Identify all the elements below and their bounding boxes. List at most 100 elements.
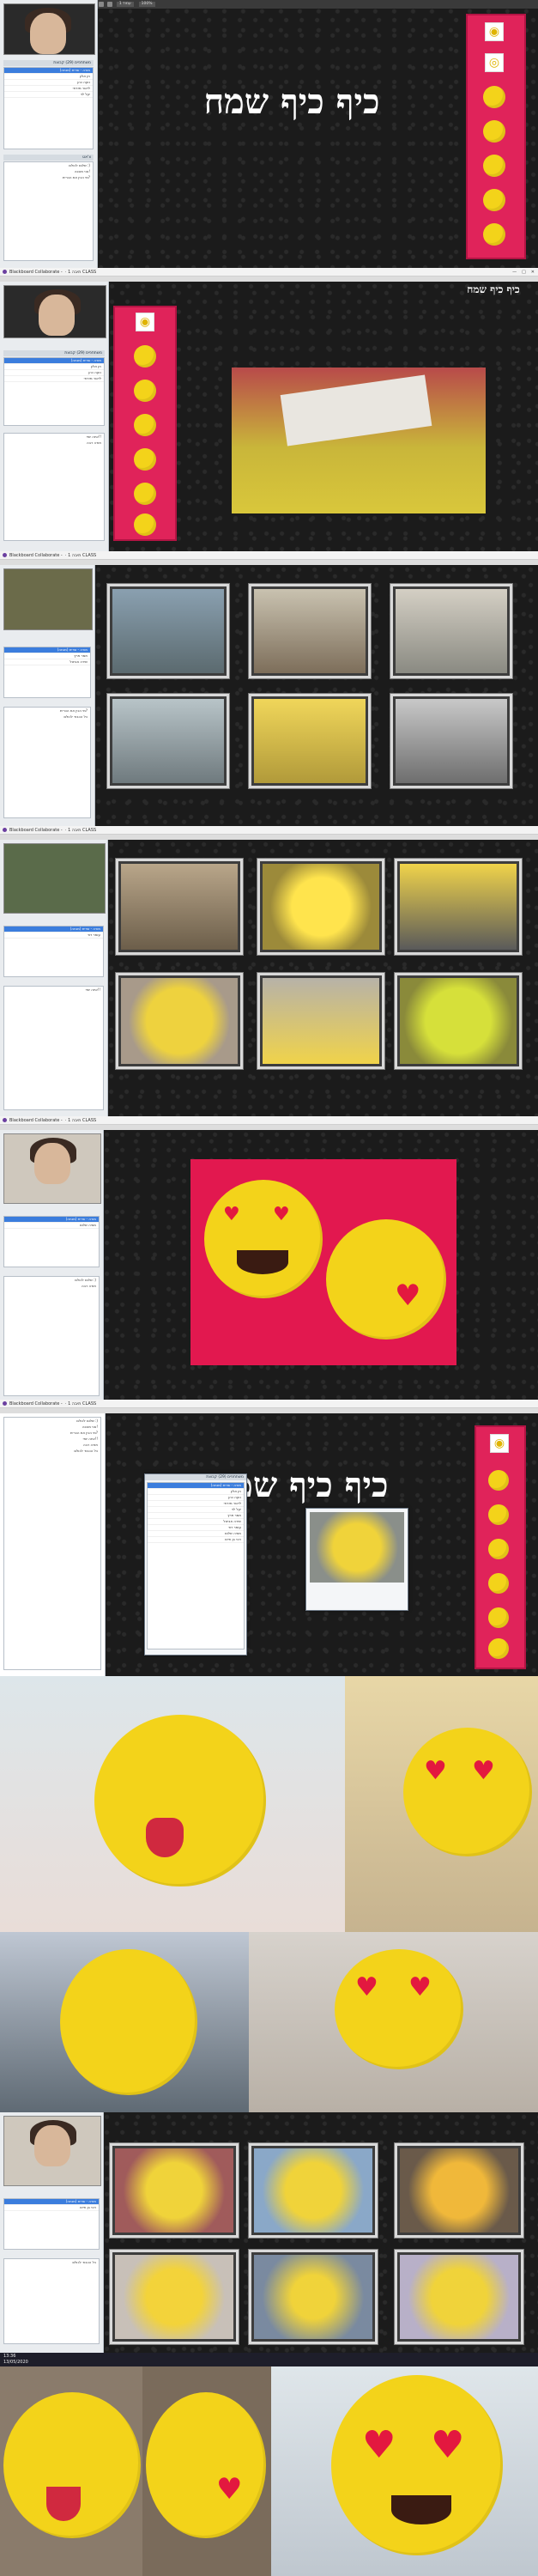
list-item[interactable]: תמר פרץ: [148, 1513, 244, 1519]
window-title: Blackboard Collaborate - ‎ · תיבה 1 CLAS…: [9, 1117, 97, 1123]
student-video: [116, 973, 243, 1069]
chat-message: איזה יופי!!: [86, 434, 101, 439]
list-item[interactable]: מאיה שלום: [148, 1531, 244, 1537]
video-window[interactable]: [305, 1508, 408, 1611]
list-item[interactable]: רוני בן חיים: [148, 1537, 244, 1543]
list-item[interactable]: יעל לוי: [4, 92, 93, 98]
left-panel: מורה - שרית (מנחה) תמר פרץ שירה אביטל מי…: [0, 565, 95, 826]
chat-header[interactable]: צ'אט: [3, 155, 94, 161]
participants-header[interactable]: משתתפים (29) קבוצת: [3, 60, 94, 66]
next-page-icon[interactable]: [106, 2, 112, 7]
heart-eyes-pillow: ♥ ♥: [403, 1728, 532, 1856]
chat-message: תודה רבה: [82, 1284, 96, 1288]
list-item[interactable]: חן אלון: [4, 364, 104, 370]
emoji-tile[interactable]: ◎: [485, 53, 504, 72]
emoji-face: [483, 189, 505, 211]
list-item[interactable]: מורה - שרית (מנחה): [4, 647, 90, 653]
participants-header[interactable]: משתתפים (29) קבוצת: [145, 1474, 246, 1480]
list-item[interactable]: ליאור מזרחי: [148, 1501, 244, 1507]
chat-message: כל הכבוד לכולם: [74, 1449, 98, 1453]
list-item[interactable]: מאיה שלום: [4, 1223, 99, 1229]
zoom-label[interactable]: 100%: [138, 2, 155, 7]
heart-eye-right: ♥: [472, 1756, 495, 1786]
tongue: [46, 2487, 81, 2521]
window-title: Blackboard Collaborate - ‎ · תיבה 1 CLAS…: [9, 827, 97, 833]
participants-window[interactable]: משתתפים (29) קבוצת מורה - שרית (מנחה) חן…: [144, 1473, 247, 1656]
chat-message: מי הכין את הכרית?: [59, 708, 88, 713]
webcam-video: [3, 568, 93, 630]
chat-message: איזה יופי!!: [85, 987, 100, 992]
list-item[interactable]: עומר דוד: [4, 933, 103, 939]
participants-header[interactable]: משתתפים (29) קבוצת: [3, 350, 105, 356]
emoji-tile[interactable]: ◉: [485, 22, 504, 41]
heart-eyes-pillow: ♥ ♥: [335, 1949, 463, 2069]
heart-eye-right: ♥: [408, 1972, 432, 2002]
photo-heart-eyes-pillow: ♥ ♥: [271, 2366, 538, 2576]
bottom-photos: ♥ ♥ ♥: [0, 2366, 538, 2576]
list-item[interactable]: מורה - שרית (מנחה): [4, 68, 93, 74]
list-item[interactable]: שירה אביטל: [148, 1519, 244, 1525]
participants-list: מורה - שרית (מנחה) חן אלון נועה כהן ליאו…: [3, 357, 105, 426]
clock-date: 13/05/2020: [3, 2360, 28, 2365]
list-item[interactable]: מורה - שרית (מנחה): [4, 927, 103, 933]
left-panel: משתתפים (29) קבוצת מורה - שרית (מנחה) חן…: [0, 0, 98, 268]
kiss-heart: ♥: [216, 2472, 243, 2506]
list-item[interactable]: חן אלון: [4, 74, 93, 80]
app-icon: [3, 1401, 7, 1406]
list-item[interactable]: רוני בן חיים: [4, 2205, 99, 2211]
page-label[interactable]: עמוד 1: [116, 2, 134, 7]
chat-area: איזה יופי!!: [3, 986, 104, 1110]
list-item[interactable]: מורה - שרית (מנחה): [4, 2199, 99, 2205]
student-video: [249, 2143, 378, 2238]
emoji-pillows-photo: ♥ ♥ ♥: [190, 1159, 456, 1365]
list-item[interactable]: נועה כהן: [148, 1495, 244, 1501]
emoji-tile[interactable]: ◉: [136, 313, 154, 331]
pillow-mouth: [237, 1250, 288, 1274]
title-bar: Blackboard Collaborate - ‎ · תיבה 1 CLAS…: [0, 551, 538, 560]
student-video: [395, 2250, 523, 2344]
student-video: [116, 859, 243, 955]
participants-list: מורה - שרית (מנחה) חן אלון נועה כהן ליאו…: [147, 1482, 245, 1649]
list-item[interactable]: ליאור מזרחי: [4, 376, 104, 382]
screenshot-1: משתתפים (29) קבוצת מורה - שרית (מנחה) חן…: [0, 0, 538, 268]
webcam-video: [3, 843, 106, 914]
participants-list: מורה - שרית (מנחה) תמר פרץ שירה אביטל: [3, 647, 91, 698]
emoji-strip: ◉: [475, 1425, 526, 1669]
window-title: Blackboard Collaborate - ‎ · תיבה 1 CLAS…: [9, 1400, 97, 1406]
list-item[interactable]: נועה כהן: [4, 80, 93, 86]
participants-list: מורה - שרית (מנחה) רוני בן חיים: [3, 2198, 100, 2250]
student-photo-tongue-pillow: [0, 1676, 345, 1932]
minimize-button[interactable]: —: [512, 270, 517, 275]
list-item[interactable]: שירה אביטל: [4, 659, 90, 665]
list-item[interactable]: יעל לוי: [148, 1507, 244, 1513]
app-icon: [3, 270, 7, 274]
emoji-tile[interactable]: ◉: [490, 1434, 509, 1453]
list-item[interactable]: תמר פרץ: [4, 653, 90, 659]
emoji-face: [483, 155, 505, 177]
emoji-face: [134, 345, 156, 368]
emoji-face: [488, 1638, 509, 1659]
list-item[interactable]: מורה - שרית (מנחה): [148, 1483, 244, 1489]
window-title: Blackboard Collaborate - ‎ · תיבה 1 CLAS…: [9, 269, 97, 275]
person-face: [34, 1143, 70, 1184]
prev-page-icon[interactable]: [99, 2, 104, 7]
student-video: [390, 584, 512, 678]
close-button[interactable]: ✕: [531, 270, 535, 275]
list-item[interactable]: ליאור מזרחי: [4, 86, 93, 92]
student-video: [110, 2143, 239, 2238]
emoji-face: [134, 448, 156, 471]
maximize-button[interactable]: □: [522, 270, 526, 275]
emoji-face: [488, 1607, 509, 1628]
chat-area: כל הכבוד לכולם: [3, 2258, 100, 2344]
list-item[interactable]: נועה כהן: [4, 370, 104, 376]
list-item[interactable]: מורה - שרית (מנחה): [4, 1217, 99, 1223]
photo-laughing-pillow: [0, 2366, 142, 2576]
photo-collage: ♥ ♥ ♥ ♥: [0, 1676, 538, 2112]
heart-eyes-pillow: ♥ ♥: [331, 2375, 503, 2555]
list-item[interactable]: חן אלון: [148, 1489, 244, 1495]
emoji-face: [488, 1504, 509, 1525]
clock-time: 13:36: [3, 2354, 16, 2359]
person-face: [34, 2125, 70, 2166]
list-item[interactable]: עומר דוד: [148, 1525, 244, 1531]
list-item[interactable]: מורה - שרית (מנחה): [4, 358, 104, 364]
